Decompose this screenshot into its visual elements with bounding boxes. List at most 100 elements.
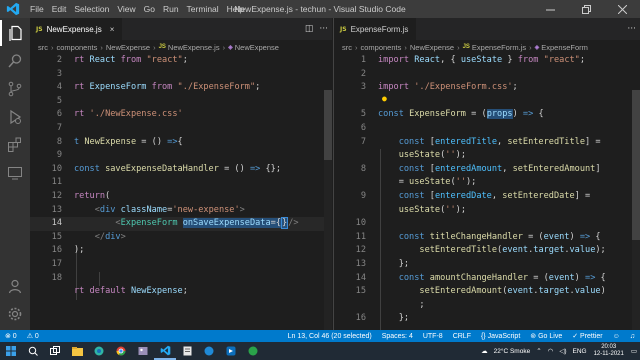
breadcrumb-item[interactable]: ExpenseForm.js (472, 43, 526, 52)
minimap-slider[interactable] (324, 90, 332, 160)
explorer-icon[interactable] (0, 20, 30, 46)
notepad-icon[interactable] (176, 342, 198, 360)
js-file-icon: JS (158, 44, 166, 50)
warnings-status[interactable]: ⚠ 0 (22, 332, 44, 340)
restore-button[interactable] (568, 0, 604, 18)
minimap-slider[interactable] (632, 90, 640, 240)
breadcrumb-item[interactable]: components (57, 43, 98, 52)
encoding-status[interactable]: UTF-8 (418, 333, 448, 340)
editor-group-left: JS NewExpense.js × ◫ ··· src › components… (30, 18, 332, 330)
menu-edit[interactable]: Edit (48, 4, 71, 14)
editor-group-right: JS ExpenseForm.js ··· src › components › N… (333, 18, 640, 330)
app-icon[interactable] (242, 342, 264, 360)
minimap[interactable] (632, 90, 640, 330)
breadcrumb-item[interactable]: NewExpense.js (168, 43, 220, 52)
extensions-icon[interactable] (0, 132, 30, 158)
source-control-icon[interactable] (0, 76, 30, 102)
code-line: 2 rt React from "react"; (56, 55, 188, 65)
edge-browser-icon[interactable] (88, 342, 110, 360)
title-bar: File Edit Selection View Go Run Terminal… (0, 0, 640, 18)
menu-go[interactable]: Go (140, 4, 159, 14)
code-line-current: 14 <ExpenseForm onSaveExpenseData={}/> (30, 217, 332, 231)
close-tab-icon[interactable]: × (110, 25, 115, 34)
eol-status[interactable]: CRLF (448, 333, 476, 340)
settings-gear-icon[interactable] (0, 301, 30, 327)
split-editor-icon[interactable]: ◫ (305, 24, 314, 34)
menu-file[interactable]: File (26, 4, 48, 14)
breadcrumb-item[interactable]: components (361, 43, 402, 52)
language-indicator[interactable]: ENG (570, 348, 590, 355)
search-icon[interactable] (0, 48, 30, 74)
more-actions-icon[interactable]: ··· (319, 24, 328, 34)
search-taskbar-icon[interactable] (22, 342, 44, 360)
menu-terminal[interactable]: Terminal (183, 4, 223, 14)
code-editor-right[interactable]: ● 1 import React, { useState } from "reac… (334, 54, 640, 330)
clock-date: 12-11-2021 (593, 351, 624, 357)
indentation-status[interactable]: Spaces: 4 (377, 333, 418, 340)
code-line: = useState(''); (378, 177, 477, 188)
chrome-browser-icon[interactable] (110, 342, 132, 360)
photos-icon[interactable] (132, 342, 154, 360)
breadcrumb-item[interactable]: src (38, 43, 48, 52)
code-line: 10 const saveExpenseDataHandler = () => {… (51, 163, 281, 174)
code-line: 11 const titleChangeHandler = (event) =>… (355, 231, 601, 242)
weather-icon[interactable]: ☁ (478, 347, 491, 355)
more-actions-icon[interactable]: ··· (627, 24, 636, 34)
vscode-logo-icon (6, 2, 20, 16)
minimize-button[interactable] (532, 0, 568, 18)
close-icon (617, 4, 627, 14)
breadcrumb-item[interactable]: NewExpense (410, 43, 454, 52)
task-view-icon[interactable] (44, 342, 66, 360)
tab-bar: JS ExpenseForm.js ··· (334, 18, 640, 40)
code-line: 12 setEnteredTitle(event.target.value); (355, 245, 606, 256)
minimap[interactable] (324, 90, 332, 330)
tab-bar: JS NewExpense.js × ◫ ··· (30, 18, 332, 40)
menu-view[interactable]: View (113, 4, 139, 14)
vscode-taskbar-icon[interactable] (154, 342, 176, 360)
menu-selection[interactable]: Selection (70, 4, 113, 14)
file-explorer-icon[interactable] (66, 342, 88, 360)
breadcrumb-item[interactable]: NewExpense (235, 43, 279, 52)
close-window-button[interactable] (604, 0, 640, 18)
go-live-button[interactable]: ⊚ Go Live (525, 332, 567, 340)
feedback-icon[interactable]: ☺ (608, 333, 625, 340)
app-icon[interactable] (198, 342, 220, 360)
tab-expenseform[interactable]: JS ExpenseForm.js (334, 18, 417, 40)
run-debug-icon[interactable] (0, 104, 30, 130)
code-line: 15 </div> (51, 231, 126, 242)
account-icon[interactable] (0, 273, 30, 299)
breadcrumb-item[interactable]: src (342, 43, 352, 52)
tab-newexpense[interactable]: JS NewExpense.js × (30, 18, 123, 40)
breadcrumb: src › components › NewExpense › JS NewExpens… (30, 40, 332, 54)
language-mode[interactable]: {} JavaScript (476, 333, 525, 340)
code-line: 6 (360, 123, 366, 133)
code-editor-left[interactable]: 2 rt React from "react"; 3 4 rt ExpenseFor… (30, 54, 332, 330)
weather-status[interactable]: 22°C Smoke (491, 348, 534, 355)
cursor-position[interactable]: Ln 13, Col 46 (20 selected) (283, 333, 377, 340)
restore-icon (581, 4, 591, 14)
volume-icon[interactable]: ◁) (556, 347, 569, 355)
errors-status[interactable]: ⊗ 0 (0, 332, 22, 340)
network-icon[interactable]: ◠ (545, 347, 557, 355)
breadcrumb-item[interactable]: NewExpense (106, 43, 150, 52)
clock[interactable]: 20:03 12-11-2021 (590, 344, 628, 358)
code-line: 18 (51, 272, 62, 283)
js-file-icon: JS (340, 25, 347, 33)
code-line: 12 return( (51, 191, 111, 201)
code-line: useState(''); (398, 204, 467, 215)
remote-explorer-icon[interactable] (0, 160, 30, 186)
prettier-status[interactable]: ✓ Prettier (567, 332, 607, 340)
code-line: 3 import './ExpenseForm.css'; (360, 82, 518, 93)
menu-help[interactable]: Help (223, 4, 248, 14)
show-hidden-icons-icon[interactable]: ⌃ (533, 347, 544, 355)
breadcrumb-item[interactable]: ExpenseForm (541, 43, 588, 52)
code-line: 7 (56, 123, 62, 133)
start-button[interactable] (0, 342, 22, 360)
menu-run[interactable]: Run (159, 4, 183, 14)
app-icon[interactable] (220, 342, 242, 360)
notification-center-icon[interactable]: ▭ (628, 347, 640, 355)
notifications-bell-icon[interactable]: ♫ (625, 333, 640, 340)
editor-actions: ··· (627, 18, 636, 40)
symbol-icon: ◈ (534, 44, 540, 51)
